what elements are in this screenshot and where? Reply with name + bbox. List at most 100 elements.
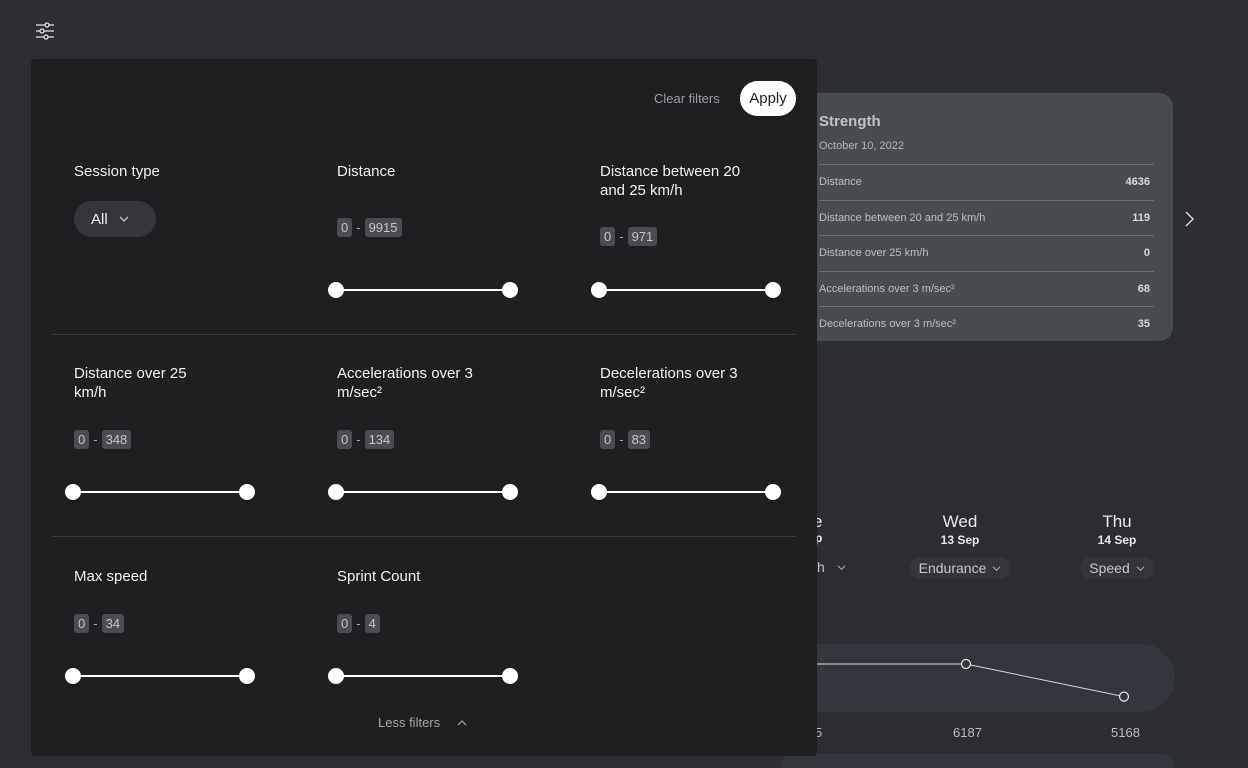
slider-track	[73, 675, 247, 677]
day-type-select[interactable]: h	[817, 559, 846, 575]
slider-max-handle[interactable]	[502, 668, 518, 684]
day-date: 14 Sep	[1097, 533, 1137, 547]
session-title: Strength	[819, 113, 881, 130]
filter-accelerations: Accelerations over 3 m/sec²	[337, 364, 537, 402]
divider	[52, 334, 796, 335]
metric-label: Decelerations over 3 m/sec²	[819, 318, 956, 331]
chevron-right-icon	[1185, 211, 1195, 227]
range-slider-accelerations[interactable]	[328, 483, 518, 501]
filter-label: Max speed	[74, 568, 148, 585]
slider-min-handle[interactable]	[328, 282, 344, 298]
slider-track	[73, 491, 247, 493]
range-min: 0	[337, 430, 353, 449]
range-max: 4	[364, 614, 380, 633]
slider-track	[336, 491, 510, 493]
next-session-button[interactable]	[1180, 210, 1198, 228]
range-min: 0	[74, 430, 90, 449]
range-max: 9915	[364, 218, 402, 237]
chevron-up-icon	[457, 719, 467, 725]
metric-value: 68	[1137, 282, 1150, 295]
slider-min-handle[interactable]	[65, 484, 81, 500]
filter-label: Sprint Count	[337, 568, 421, 585]
range-max: 971	[627, 227, 658, 246]
chart-point[interactable]	[960, 658, 972, 670]
range-min: 0	[74, 614, 90, 633]
filter-max-speed: Max speed	[74, 567, 274, 586]
slider-track	[599, 289, 773, 291]
chevron-down-icon	[119, 216, 129, 222]
filter-panel: Clear filters Apply Session type All Dis…	[31, 59, 817, 756]
metric-row: Decelerations over 3 m/sec² 35	[819, 306, 1154, 342]
day-date: 13 Sep	[940, 533, 980, 547]
filter-distance-20-25: Distance between 20 and 25 km/h	[600, 162, 800, 200]
slider-max-handle[interactable]	[765, 484, 781, 500]
slider-min-handle[interactable]	[328, 668, 344, 684]
day-type-select[interactable]: Endurance	[909, 557, 1011, 579]
metric-row: Distance 4636	[819, 164, 1154, 200]
metric-row: Accelerations over 3 m/sec² 68	[819, 270, 1154, 307]
slider-min-handle[interactable]	[328, 484, 344, 500]
divider	[52, 536, 796, 537]
filter-label: Distance	[337, 163, 396, 180]
metric-row: Distance over 25 km/h 0	[819, 235, 1154, 271]
range-max: 34	[101, 614, 125, 633]
slider-track	[336, 675, 510, 677]
day-type-label: Speed	[1089, 560, 1130, 576]
range-slider-distance[interactable]	[328, 281, 518, 299]
chart-value-label: 5168	[1111, 725, 1140, 740]
next-card-edge	[780, 754, 1175, 768]
slider-min-handle[interactable]	[591, 282, 607, 298]
filter-label: Session type	[74, 163, 160, 180]
slider-max-handle[interactable]	[765, 282, 781, 298]
range-slider-distance-20-25[interactable]	[591, 281, 781, 299]
slider-max-handle[interactable]	[239, 668, 255, 684]
less-filters-button[interactable]: Less filters	[378, 715, 468, 730]
range-values: 0-83	[600, 430, 651, 449]
range-values: 0-34	[74, 614, 125, 633]
session-date: October 10, 2022	[819, 140, 905, 152]
range-max: 83	[627, 430, 651, 449]
session-card[interactable]: Strength October 10, 2022 Distance 4636 …	[800, 93, 1173, 341]
apply-button[interactable]: Apply	[740, 81, 796, 116]
range-values: 0-9915	[337, 218, 402, 237]
metric-value: 4636	[1125, 176, 1150, 189]
range-min: 0	[600, 227, 616, 246]
day-type-select[interactable]: Speed	[1080, 557, 1154, 579]
filter-label: Decelerations over 3 m/sec²	[600, 365, 738, 401]
filter-label: Distance over 25 km/h	[74, 365, 187, 401]
filter-session-type: Session type	[74, 162, 274, 181]
metric-row: Distance between 20 and 25 km/h 119	[819, 199, 1154, 236]
day-type-label: h	[817, 559, 825, 575]
line-chart	[800, 658, 1130, 702]
clear-filters-button[interactable]: Clear filters	[654, 91, 720, 106]
range-values: 0-348	[74, 430, 132, 449]
metric-value: 119	[1132, 211, 1150, 224]
slider-max-handle[interactable]	[502, 484, 518, 500]
range-min: 0	[337, 218, 353, 237]
filter-distance-over-25: Distance over 25 km/h	[74, 364, 274, 402]
day-column-thu: Thu 14 Sep Speed	[1057, 512, 1177, 579]
metric-label: Distance over 25 km/h	[819, 247, 929, 260]
slider-min-handle[interactable]	[65, 668, 81, 684]
sliders-icon	[36, 22, 54, 40]
range-slider-max-speed[interactable]	[65, 667, 255, 685]
range-max: 348	[101, 430, 132, 449]
filter-toggle-button[interactable]	[34, 20, 56, 42]
slider-max-handle[interactable]	[239, 484, 255, 500]
range-slider-sprint-count[interactable]	[328, 667, 518, 685]
slider-min-handle[interactable]	[591, 484, 607, 500]
slider-max-handle[interactable]	[502, 282, 518, 298]
chevron-down-icon	[992, 565, 1001, 571]
day-type-label: Endurance	[918, 560, 987, 576]
day-name: Wed	[942, 512, 978, 531]
chevron-down-icon	[837, 565, 846, 571]
chart-series-line	[800, 663, 1125, 698]
chart-point[interactable]	[1118, 691, 1130, 702]
filter-label: Distance between 20 and 25 km/h	[600, 163, 741, 199]
range-slider-distance-over-25[interactable]	[65, 483, 255, 501]
range-max: 134	[364, 430, 395, 449]
metric-label: Distance between 20 and 25 km/h	[819, 211, 986, 224]
chevron-down-icon	[1136, 565, 1145, 571]
session-type-select[interactable]: All	[74, 201, 156, 237]
range-slider-decelerations[interactable]	[591, 483, 781, 501]
